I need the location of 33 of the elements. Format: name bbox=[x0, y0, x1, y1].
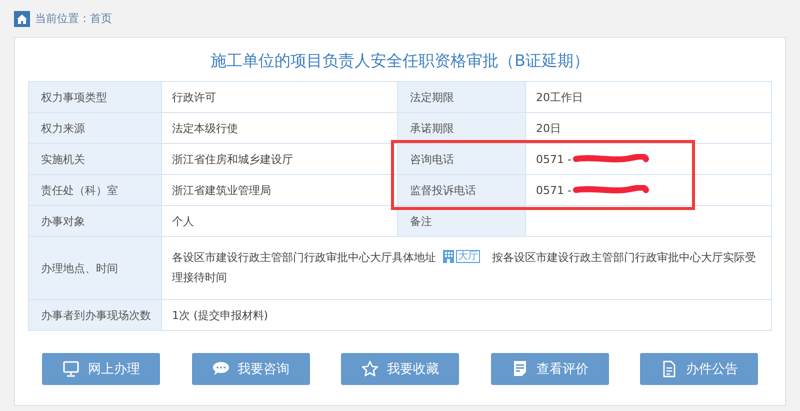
field-label: 实施机关 bbox=[28, 144, 162, 174]
field-value: 行政许可 bbox=[172, 90, 216, 104]
star-icon bbox=[361, 360, 379, 378]
monitor-icon bbox=[62, 360, 80, 378]
field-value: 0571 - bbox=[536, 152, 572, 166]
field-label: 咨询电话 bbox=[398, 144, 526, 174]
field-label: 权力事项类型 bbox=[28, 82, 162, 112]
action-button[interactable]: 查看评价 bbox=[490, 353, 608, 385]
field-value: 0571 - bbox=[536, 184, 572, 196]
field-label: 监督投诉电话 bbox=[398, 174, 526, 206]
field-value: 法定本级行使 bbox=[172, 122, 238, 134]
page-title: 施工单位的项目负责人安全任职资格审批（B证延期） bbox=[210, 50, 590, 72]
field-value: 浙江省建筑业管理局 bbox=[172, 184, 271, 196]
field-value: 20工作日 bbox=[536, 90, 583, 104]
field-label: 办事者到办事现场次数 bbox=[28, 300, 162, 330]
action-button[interactable]: 网上办理 bbox=[42, 353, 160, 385]
location-text: 各设区市建设行政主管部门行政审批中心大厅具体地址 大厅 按各设区市建设行政主管部门行政审批中心大厅实际受理接待时间 bbox=[172, 248, 757, 286]
field-label: 办事对象 bbox=[28, 206, 162, 236]
building-icon bbox=[442, 249, 455, 263]
chat-icon bbox=[212, 360, 230, 378]
field-value: 个人 bbox=[172, 214, 194, 228]
action-button[interactable]: 我要咨询 bbox=[192, 353, 310, 385]
field-label: 权力来源 bbox=[28, 112, 162, 144]
home-icon bbox=[14, 10, 30, 26]
breadcrumb: 当前位置：首页 bbox=[35, 11, 112, 26]
action-button[interactable]: 我要收藏 bbox=[341, 353, 459, 385]
field-value: 20日 bbox=[536, 122, 561, 134]
action-button[interactable]: 办件公告 bbox=[640, 353, 758, 385]
field-value: 浙江省住房和城乡建设厅 bbox=[172, 152, 293, 166]
field-label: 办理地点、时间 bbox=[28, 236, 162, 300]
field-label: 责任处（科）室 bbox=[28, 174, 162, 206]
field-label: 法定期限 bbox=[398, 82, 526, 112]
field-value: 1次 (提交申报材料) bbox=[172, 308, 268, 322]
